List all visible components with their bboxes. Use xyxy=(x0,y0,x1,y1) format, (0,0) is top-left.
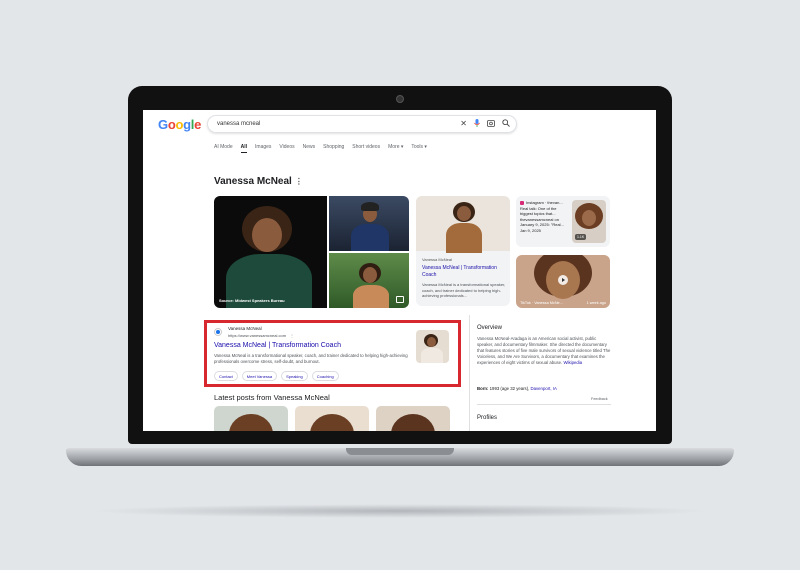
born-place-link[interactable]: Davenport, IA xyxy=(531,386,557,391)
post-thumbnail[interactable] xyxy=(376,406,450,431)
view-count-badge: 1.1K xyxy=(575,234,587,240)
card-desc: Vanessa McNeal is a transformational spe… xyxy=(422,282,506,298)
overview-title: Overview xyxy=(477,325,503,331)
tab-videos[interactable]: Videos xyxy=(279,144,294,153)
search-icon[interactable] xyxy=(502,119,510,129)
logo-letter: o xyxy=(175,117,184,132)
born-value: 1993 (age 32 years), xyxy=(489,386,530,391)
post-thumbnail[interactable] xyxy=(214,406,288,431)
lens-icon[interactable] xyxy=(487,119,495,129)
instagram-text: Instagram · thevan... Real talk: One of … xyxy=(520,200,570,233)
highlight-box xyxy=(204,320,461,387)
entity-title: Vanessa McNeal ⋮ xyxy=(214,176,303,187)
instagram-thumb: 1.1K xyxy=(572,200,606,243)
born-label: Born: xyxy=(477,386,489,391)
card-title[interactable]: Vanessa McNeal | Transformation Coach xyxy=(422,265,506,279)
latest-posts-heading: Latest posts from Vanessa McNeal xyxy=(214,393,330,402)
image-source-caption: Source: Midwest Speakers Bureau xyxy=(219,298,285,303)
profiles-heading: Profiles xyxy=(477,415,498,421)
tab-shopping[interactable]: Shopping xyxy=(323,144,344,153)
tiktok-caption: TikTok · Vanessa McNe... xyxy=(520,301,563,305)
camera-icon xyxy=(396,95,404,103)
search-bar[interactable]: vanessa mcneal ✕ xyxy=(207,115,517,133)
instagram-card[interactable]: Instagram · thevan... Real talk: One of … xyxy=(516,196,610,247)
tab-images[interactable]: Images xyxy=(255,144,271,153)
image-main[interactable]: Source: Midwest Speakers Bureau xyxy=(214,196,327,308)
feedback-link[interactable]: Feedback xyxy=(591,397,608,401)
post-thumbnail[interactable] xyxy=(295,406,369,431)
panel-separator xyxy=(477,404,611,405)
card-image xyxy=(416,196,510,253)
panel-divider xyxy=(469,315,470,431)
expand-icon[interactable] xyxy=(396,296,404,303)
search-input[interactable]: vanessa mcneal xyxy=(217,121,453,127)
born-fact: Born: 1993 (age 32 years), Davenport, IA xyxy=(477,386,611,391)
wikipedia-link[interactable]: Wikipedia xyxy=(563,360,582,365)
instagram-snippet: Instagram · thevan... Real talk: One of … xyxy=(520,200,564,233)
laptop-shadow xyxy=(90,504,710,518)
tab-ai-mode[interactable]: AI Mode xyxy=(214,144,233,153)
image-top-right[interactable] xyxy=(329,196,409,251)
laptop-notch xyxy=(346,448,454,455)
card-source: Vanessa McNeal xyxy=(422,257,452,262)
mic-icon[interactable] xyxy=(474,119,480,129)
logo-letter: G xyxy=(158,117,168,132)
tab-short-videos[interactable]: Short videos xyxy=(352,144,380,153)
image-bottom-right[interactable] xyxy=(329,253,409,308)
tab-more[interactable]: More ▾ xyxy=(388,144,403,153)
close-icon[interactable]: ✕ xyxy=(460,120,467,128)
entity-title-text: Vanessa McNeal xyxy=(214,176,292,187)
google-logo[interactable]: Google xyxy=(158,117,201,132)
website-card[interactable]: Vanessa McNeal Vanessa McNeal | Transfor… xyxy=(416,196,510,306)
tab-tools[interactable]: Tools ▾ xyxy=(411,144,427,153)
play-icon[interactable] xyxy=(558,275,568,285)
logo-letter: g xyxy=(183,117,191,132)
tab-news[interactable]: News xyxy=(303,144,316,153)
overview-text: Vanessa McNeal-Aradaga is an American so… xyxy=(477,336,611,366)
more-options-icon[interactable]: ⋮ xyxy=(295,177,303,186)
tab-all[interactable]: All xyxy=(240,144,248,153)
tiktok-card[interactable]: TikTok · Vanessa McNe... 1 week ago xyxy=(516,255,610,308)
logo-letter: e xyxy=(194,117,202,132)
instagram-icon xyxy=(520,200,524,205)
overview-body: Vanessa McNeal-Aradaga is an American so… xyxy=(477,336,611,365)
browser-screen: Google vanessa mcneal ✕ AI Mode All Imag… xyxy=(143,110,656,431)
tiktok-time: 1 week ago xyxy=(586,301,606,305)
search-tabs: AI Mode All Images Videos News Shopping … xyxy=(214,144,427,153)
